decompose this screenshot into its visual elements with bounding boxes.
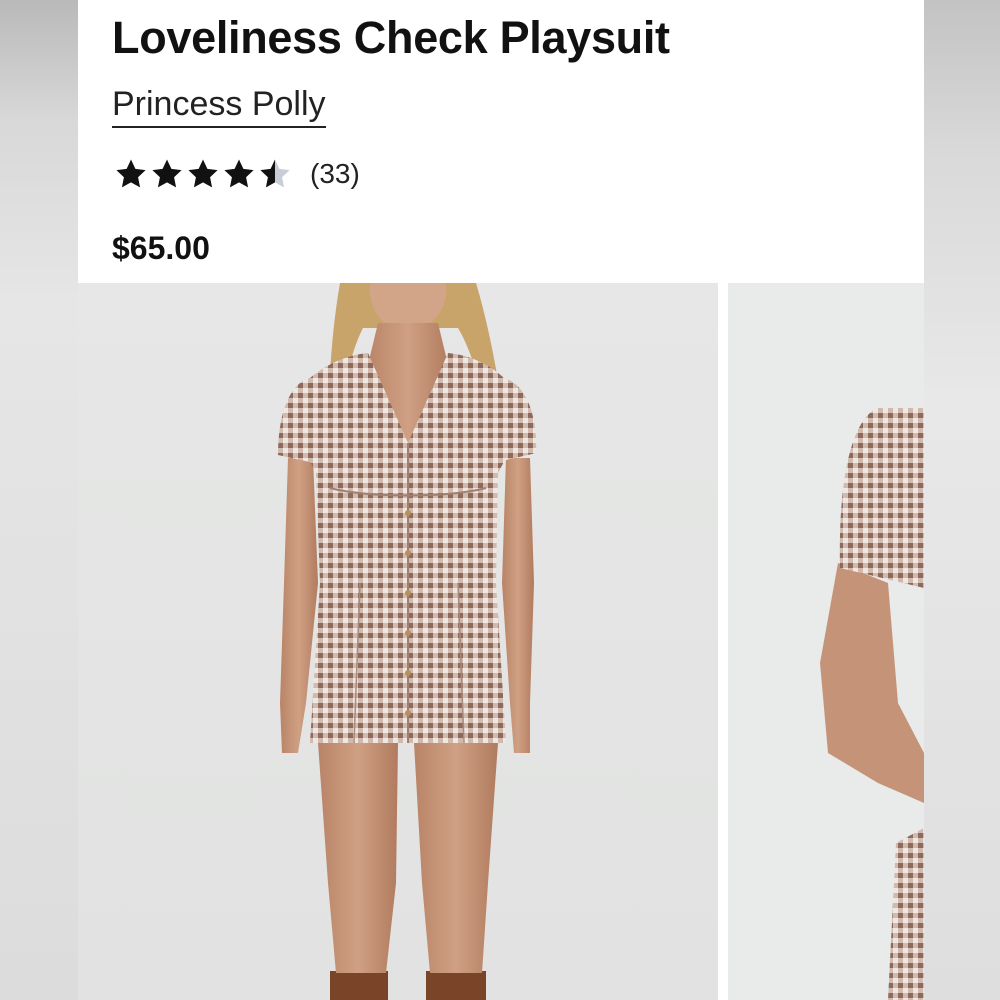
star-icon [188, 159, 218, 188]
review-count[interactable]: (33) [310, 158, 360, 190]
blurred-background-left [0, 0, 78, 1000]
star-icon [152, 159, 182, 188]
product-photo-front[interactable] [78, 283, 718, 1000]
product-card: Loveliness Check Playsuit Princess Polly… [78, 0, 924, 1000]
rating-row[interactable]: (33) [114, 154, 360, 194]
blurred-background-right [924, 0, 1000, 1000]
product-photo-side[interactable] [728, 283, 924, 1000]
star-rating [114, 157, 292, 191]
product-price: $65.00 [112, 230, 210, 266]
star-icon [116, 159, 146, 188]
product-info: Loveliness Check Playsuit Princess Polly… [78, 0, 924, 283]
model-illustration [78, 283, 718, 1000]
model-side-illustration [728, 283, 924, 1000]
image-gallery[interactable] [78, 283, 924, 1000]
star-icon [224, 159, 254, 188]
product-title: Loveliness Check Playsuit [112, 12, 670, 63]
star-half-icon [260, 159, 290, 188]
brand-link[interactable]: Princess Polly [112, 84, 326, 128]
